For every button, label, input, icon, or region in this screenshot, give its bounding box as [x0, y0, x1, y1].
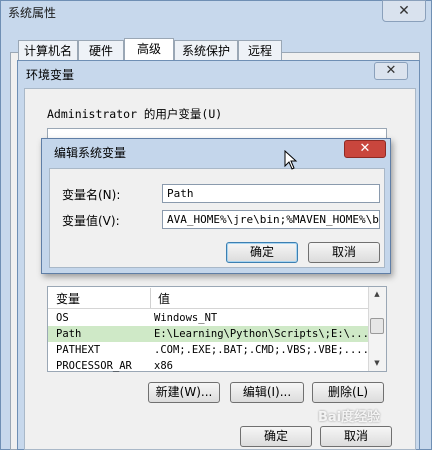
edit-button[interactable]: 编辑(I)... [230, 382, 304, 403]
row-name: OS [56, 312, 69, 324]
window-title: 系统属性 [8, 6, 57, 20]
user-variables-label: Administrator 的用户变量(U) [47, 107, 223, 121]
row-value: E:\Learning\Python\Scripts\;E:\... [154, 328, 368, 340]
column-header-variable[interactable]: 变量 [56, 290, 80, 307]
tab-remote[interactable]: 远程 [238, 40, 282, 62]
row-name: Path [56, 328, 82, 340]
row-value: Windows_NT [154, 312, 218, 324]
table-row[interactable]: OS Windows_NT [48, 310, 368, 326]
variable-name-field[interactable]: Path [162, 184, 380, 203]
row-name: PROCESSOR_AR [56, 360, 132, 372]
watermark: Bai度经验 [318, 410, 381, 425]
dialog-title: 编辑系统变量 [54, 146, 127, 160]
table-row[interactable]: PROCESSOR_AR x86 [48, 358, 368, 372]
env-cancel-button[interactable]: 取消 [320, 426, 392, 447]
scroll-down-icon[interactable]: ▼ [371, 359, 383, 369]
column-header-value[interactable]: 值 [158, 290, 170, 307]
edit-ok-button[interactable]: 确定 [226, 242, 298, 263]
column-divider[interactable] [150, 288, 151, 308]
scrollbar-thumb[interactable] [370, 318, 384, 334]
window-close-button[interactable]: ✕ [382, 0, 426, 22]
dialog-title: 环境变量 [26, 68, 75, 82]
variable-value-field[interactable]: AVA_HOME%\jre\bin;%MAVEN_HOME%\bin; [162, 210, 380, 229]
table-row[interactable]: Path E:\Learning\Python\Scripts\;E:\... [48, 326, 368, 342]
row-value: x86 [154, 360, 173, 372]
edit-cancel-button[interactable]: 取消 [308, 242, 380, 263]
close-icon[interactable]: ✕ [344, 140, 386, 158]
tab-system-protection[interactable]: 系统保护 [174, 40, 238, 62]
mouse-cursor-icon [284, 150, 298, 170]
variable-name-label: 变量名(N): [62, 188, 121, 202]
row-value: .COM;.EXE;.BAT;.CMD;.VBS;.VBE;.... [154, 344, 368, 356]
delete-button[interactable]: 删除(L) [312, 382, 384, 403]
row-name: PATHEXT [56, 344, 101, 356]
table-header [48, 287, 368, 309]
tab-hardware[interactable]: 硬件 [78, 40, 124, 62]
new-button[interactable]: 新建(W)... [148, 382, 220, 403]
variable-value-label: 变量值(V): [62, 214, 120, 228]
scroll-up-icon[interactable]: ▲ [371, 290, 383, 300]
dialog-close-button[interactable]: ✕ [374, 62, 408, 80]
tab-advanced[interactable]: 高级 [124, 38, 174, 62]
env-ok-button[interactable]: 确定 [240, 426, 312, 447]
table-row[interactable]: PATHEXT .COM;.EXE;.BAT;.CMD;.VBS;.VBE;..… [48, 342, 368, 358]
tab-computer-name[interactable]: 计算机名 [18, 40, 78, 62]
